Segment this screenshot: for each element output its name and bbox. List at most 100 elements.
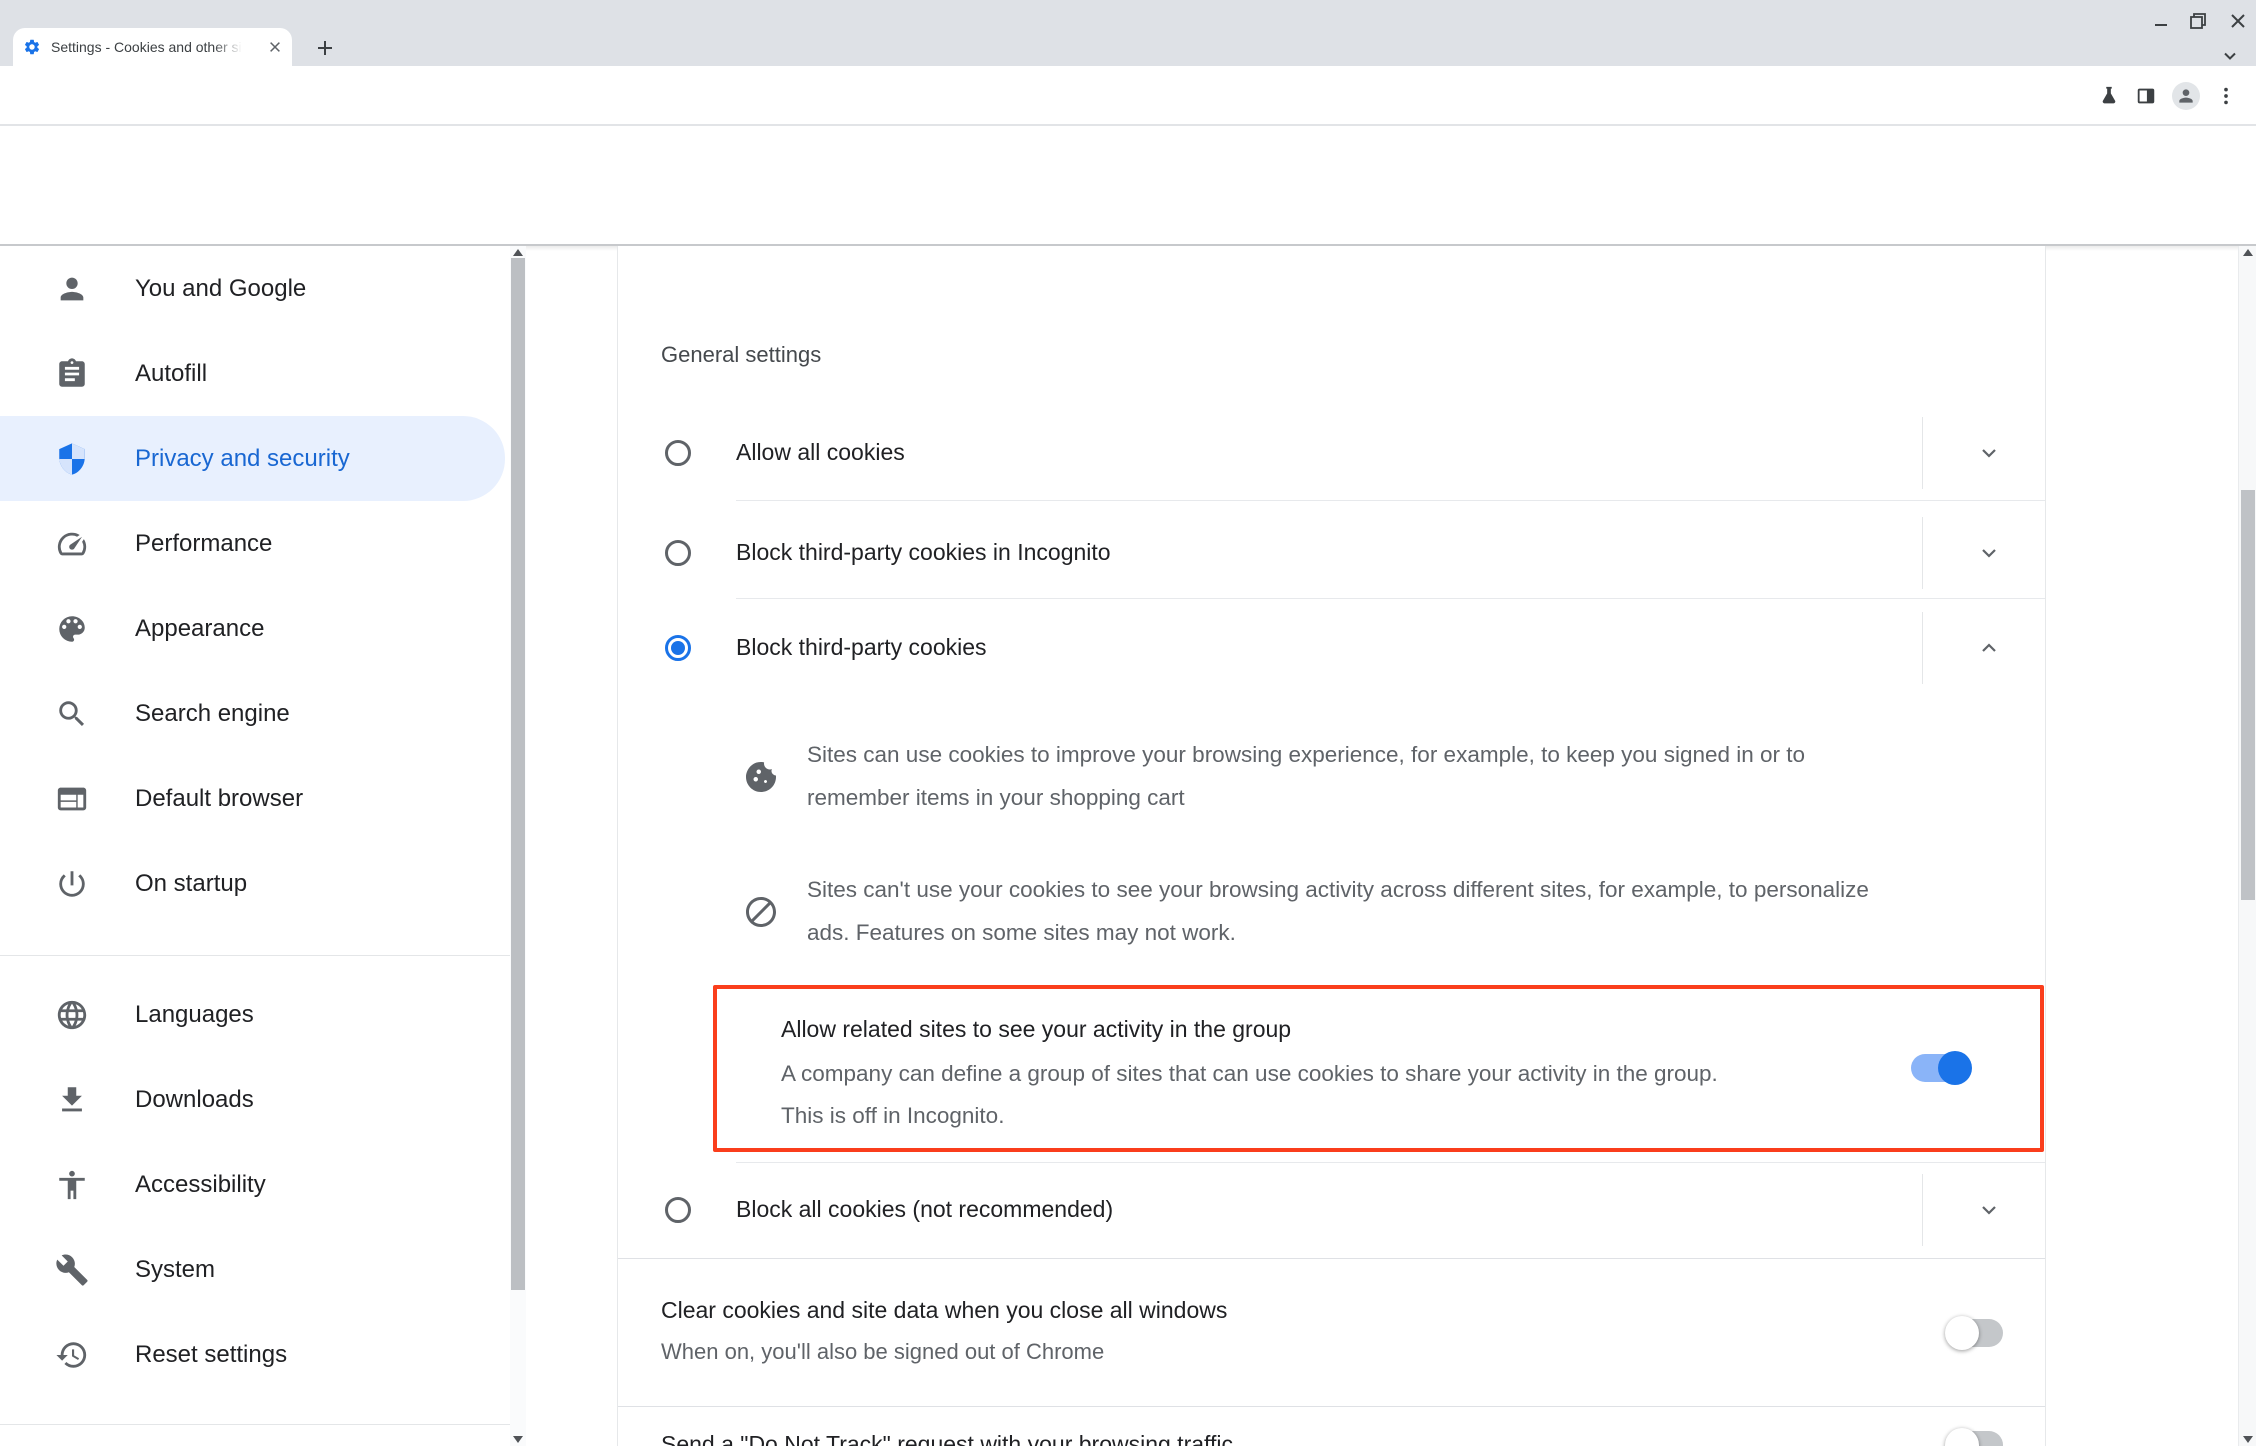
sidebar-item-label: Autofill bbox=[135, 360, 207, 388]
scroll-up-arrow-icon[interactable] bbox=[2243, 249, 2253, 256]
chevron-up-icon[interactable] bbox=[1976, 635, 2002, 661]
do-not-track-toggle[interactable] bbox=[1947, 1431, 2003, 1446]
row-divider bbox=[736, 598, 2045, 599]
minimize-icon bbox=[2153, 13, 2169, 29]
row-separator bbox=[1922, 612, 1923, 684]
chevron-down-icon bbox=[2222, 48, 2238, 64]
page-scrollbar[interactable] bbox=[2238, 246, 2256, 1446]
browser-tab[interactable]: Settings - Cookies and other si bbox=[13, 28, 292, 66]
scroll-up-arrow-icon[interactable] bbox=[513, 249, 523, 256]
scroll-down-arrow-icon[interactable] bbox=[2243, 1436, 2253, 1443]
sidebar-item-reset-settings[interactable]: Reset settings bbox=[0, 1312, 505, 1397]
settings-gear-icon bbox=[23, 38, 41, 56]
highlight-annotation-box: Allow related sites to see your activity… bbox=[713, 985, 2044, 1152]
related-sites-description: A company can define a group of sites th… bbox=[781, 1053, 1751, 1137]
radio-block-third-party-incognito[interactable] bbox=[665, 540, 691, 566]
detail-text-cookies: Sites can use cookies to improve your br… bbox=[807, 733, 1907, 819]
scroll-down-arrow-icon[interactable] bbox=[513, 1436, 523, 1443]
sidebar-scrollbar[interactable] bbox=[510, 246, 526, 1446]
sidebar-divider bbox=[0, 955, 510, 956]
sidebar-item-search-engine[interactable]: Search engine bbox=[0, 671, 505, 756]
sidebar-item-label: You and Google bbox=[135, 275, 306, 303]
sidebar-scrollbar-thumb[interactable] bbox=[511, 258, 525, 1290]
do-not-track-title: Send a "Do Not Track" request with your … bbox=[661, 1431, 1233, 1446]
sidebar-item-autofill[interactable]: Autofill bbox=[0, 331, 505, 416]
sidebar-item-on-startup[interactable]: On startup bbox=[0, 841, 505, 926]
radio-block-all-cookies[interactable] bbox=[665, 1197, 691, 1223]
window-minimize-button[interactable] bbox=[2147, 7, 2175, 35]
page-scrollbar-thumb[interactable] bbox=[2241, 490, 2255, 900]
chevron-down-icon[interactable] bbox=[1976, 540, 2002, 566]
sidebar-item-label: Languages bbox=[135, 1001, 254, 1029]
person-icon bbox=[55, 272, 89, 306]
sidebar-item-privacy-and-security[interactable]: Privacy and security bbox=[0, 416, 505, 501]
side-panel-icon[interactable] bbox=[2135, 85, 2157, 107]
speedometer-icon bbox=[55, 527, 89, 561]
clipboard-icon bbox=[55, 357, 89, 391]
sidebar-divider bbox=[0, 1424, 510, 1425]
sidebar-item-label: Accessibility bbox=[135, 1171, 266, 1199]
clear-cookies-description: When on, you'll also be signed out of Ch… bbox=[661, 1339, 1104, 1365]
row-separator bbox=[1922, 1174, 1923, 1246]
sidebar-item-default-browser[interactable]: Default browser bbox=[0, 756, 505, 841]
tab-close-button[interactable] bbox=[268, 40, 282, 54]
clear-cookies-toggle[interactable] bbox=[1947, 1319, 2003, 1347]
section-divider bbox=[618, 1258, 2045, 1259]
person-icon bbox=[2176, 86, 2196, 106]
profile-avatar[interactable] bbox=[2172, 82, 2200, 110]
restore-icon bbox=[55, 1338, 89, 1372]
sidebar-item-label: System bbox=[135, 1256, 215, 1284]
menu-three-dots-icon[interactable] bbox=[2215, 85, 2237, 107]
tab-list-chevron-button[interactable] bbox=[2222, 48, 2238, 64]
window-restore-button[interactable] bbox=[2184, 7, 2212, 35]
chevron-down-icon[interactable] bbox=[1976, 440, 2002, 466]
sidebar-item-label: Performance bbox=[135, 530, 272, 558]
cookie-icon bbox=[743, 759, 779, 795]
sidebar-item-label: Search engine bbox=[135, 700, 290, 728]
section-divider bbox=[618, 1406, 2045, 1407]
wrench-icon bbox=[55, 1253, 89, 1287]
palette-icon bbox=[55, 612, 89, 646]
radio-allow-all-cookies[interactable] bbox=[665, 440, 691, 466]
radio-label: Allow all cookies bbox=[736, 439, 905, 466]
accessibility-icon bbox=[55, 1168, 89, 1202]
chrome-window: Settings - Cookies and other si Chrome c bbox=[0, 0, 2256, 1446]
browser-toolbar bbox=[0, 66, 2256, 125]
sidebar-item-system[interactable]: System bbox=[0, 1227, 505, 1312]
tab-strip: Settings - Cookies and other si bbox=[0, 0, 2256, 66]
sidebar-item-languages[interactable]: Languages bbox=[0, 972, 505, 1057]
radio-label: Block all cookies (not recommended) bbox=[736, 1196, 1113, 1223]
related-sites-toggle[interactable] bbox=[1911, 1054, 1967, 1082]
sidebar-item-appearance[interactable]: Appearance bbox=[0, 586, 505, 671]
power-icon bbox=[55, 867, 89, 901]
settings-header: D Settings bbox=[0, 127, 2256, 244]
chevron-down-icon[interactable] bbox=[1976, 1197, 2002, 1223]
settings-nav: You and Google Autofill Privacy and secu… bbox=[0, 246, 510, 1446]
toggle-knob[interactable] bbox=[1938, 1051, 1972, 1085]
radio-block-third-party[interactable] bbox=[665, 635, 691, 661]
toggle-knob[interactable] bbox=[1945, 1316, 1979, 1350]
row-divider bbox=[736, 500, 2045, 501]
search-icon bbox=[55, 697, 89, 731]
download-icon bbox=[55, 1083, 89, 1117]
globe-icon bbox=[55, 998, 89, 1032]
cookies-settings-card: General settings Allow all cookies Block… bbox=[617, 246, 2046, 1446]
close-icon bbox=[268, 40, 282, 54]
section-heading: General settings bbox=[661, 342, 821, 368]
restore-icon bbox=[2189, 12, 2207, 30]
new-tab-button[interactable] bbox=[310, 33, 340, 63]
radio-label: Block third-party cookies in Incognito bbox=[736, 539, 1111, 566]
sidebar-item-label: Reset settings bbox=[135, 1341, 287, 1369]
row-separator bbox=[1922, 517, 1923, 589]
sidebar-item-label: Appearance bbox=[135, 615, 264, 643]
plus-icon bbox=[315, 38, 335, 58]
sidebar-item-label: Downloads bbox=[135, 1086, 254, 1114]
sidebar-item-performance[interactable]: Performance bbox=[0, 501, 505, 586]
detail-text-blocked: Sites can't use your cookies to see your… bbox=[807, 868, 1907, 954]
window-close-button[interactable] bbox=[2224, 7, 2252, 35]
labs-flask-icon[interactable] bbox=[2098, 85, 2120, 107]
sidebar-item-downloads[interactable]: Downloads bbox=[0, 1057, 505, 1142]
sidebar-item-accessibility[interactable]: Accessibility bbox=[0, 1142, 505, 1227]
toggle-knob[interactable] bbox=[1945, 1428, 1979, 1446]
sidebar-item-you-and-google[interactable]: You and Google bbox=[0, 246, 505, 331]
